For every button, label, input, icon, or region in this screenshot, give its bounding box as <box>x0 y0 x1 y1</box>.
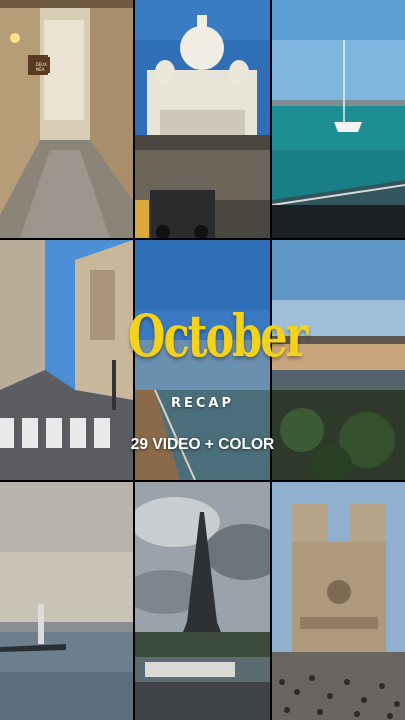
photo-haussmann-street <box>0 240 133 480</box>
photo-sacre-coeur <box>135 0 270 238</box>
headline-caption: 29 VIDEO + COLOR <box>130 436 275 453</box>
photo-lighthouse-dusk <box>0 482 133 720</box>
shop-sign-text: DEUX MÉA <box>35 62 47 72</box>
headline-overlay: October RECAP 29 VIDEO + COLOR <box>128 240 308 480</box>
photo-arcade-street <box>0 0 133 238</box>
shop-sign: DEUX MÉA <box>30 57 50 73</box>
headline-title: October <box>128 303 308 371</box>
headline-subtitle: RECAP <box>170 396 235 411</box>
photo-notre-dame <box>272 482 405 720</box>
photo-sailboat-sea <box>272 0 405 238</box>
photo-eiffel-tower <box>135 482 270 720</box>
